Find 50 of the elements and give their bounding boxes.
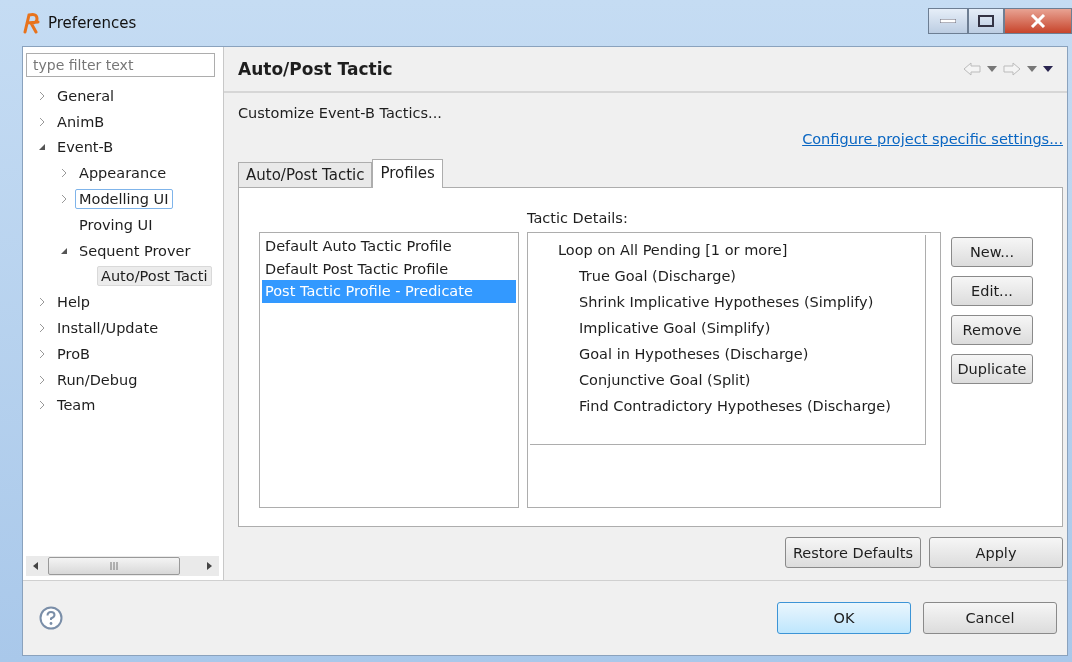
dialog-button[interactable]: OK <box>777 602 911 634</box>
forward-arrow-icon[interactable] <box>1003 62 1021 76</box>
tactic-item[interactable]: Conjunctive Goal (Split) <box>579 372 751 388</box>
tree-item[interactable]: Help <box>53 292 95 313</box>
action-button[interactable]: New... <box>951 237 1033 267</box>
minimize-icon <box>940 19 956 23</box>
close-icon <box>1030 14 1046 28</box>
page-title: Auto/Post Tactic <box>238 59 393 79</box>
tree-item[interactable]: Event-B <box>53 137 118 158</box>
restore-defaults-button[interactable]: Restore Defaults <box>785 537 921 568</box>
tactic-item[interactable]: Implicative Goal (Simplify) <box>579 320 771 336</box>
action-button[interactable]: Edit... <box>951 276 1033 306</box>
tree-item[interactable]: Install/Update <box>53 318 163 339</box>
tactic-item[interactable]: Goal in Hypotheses (Discharge) <box>579 346 809 362</box>
tree-item[interactable]: Team <box>53 395 100 416</box>
tree-item[interactable]: Auto/Post Tacti <box>97 266 212 287</box>
tree-item[interactable]: Appearance <box>75 163 171 184</box>
maximize-icon <box>978 15 994 27</box>
tree-item[interactable]: ProB <box>53 343 94 364</box>
close-button[interactable] <box>1004 8 1072 34</box>
profile-item[interactable]: Default Post Tactic Profile <box>262 257 516 280</box>
profile-item[interactable]: Default Auto Tactic Profile <box>262 235 516 258</box>
app-logo-icon <box>22 12 42 34</box>
tree-item[interactable]: Proving UI <box>75 214 157 235</box>
tactic-item[interactable]: Shrink Implicative Hypotheses (Simplify) <box>579 294 874 310</box>
window-title: Preferences <box>48 14 137 32</box>
maximize-button[interactable] <box>968 8 1004 34</box>
tactic-item[interactable]: Find Contradictory Hypotheses (Discharge) <box>579 398 891 414</box>
apply-button[interactable]: Apply <box>929 537 1063 568</box>
tree-item[interactable]: AnimB <box>53 111 109 132</box>
tree-item[interactable]: General <box>53 85 119 106</box>
tab[interactable]: Profiles <box>372 159 443 188</box>
grip-icon <box>109 562 119 570</box>
minimize-button[interactable] <box>928 8 968 34</box>
horizontal-scrollbar[interactable] <box>26 556 219 576</box>
tab[interactable]: Auto/Post Tactic <box>238 162 373 188</box>
tactic-item[interactable]: Loop on All Pending [1 or more] <box>558 242 788 258</box>
page-description: Customize Event-B Tactics... <box>238 105 443 121</box>
filter-field[interactable]: type filter text <box>26 53 215 77</box>
action-button[interactable]: Remove <box>951 315 1033 345</box>
back-arrow-icon[interactable] <box>963 62 981 76</box>
dialog-button[interactable]: Cancel <box>923 602 1057 634</box>
project-settings-link[interactable]: Configure project specific settings... <box>802 131 1063 147</box>
details-label: Tactic Details: <box>527 210 629 226</box>
tree-item[interactable]: Modelling UI <box>75 189 173 210</box>
tactic-item[interactable]: True Goal (Discharge) <box>579 268 736 284</box>
tree-item[interactable]: Run/Debug <box>53 369 142 390</box>
help-icon[interactable] <box>39 606 63 630</box>
tree-item[interactable]: Sequent Prover <box>75 240 195 261</box>
action-button[interactable]: Duplicate <box>951 354 1033 384</box>
